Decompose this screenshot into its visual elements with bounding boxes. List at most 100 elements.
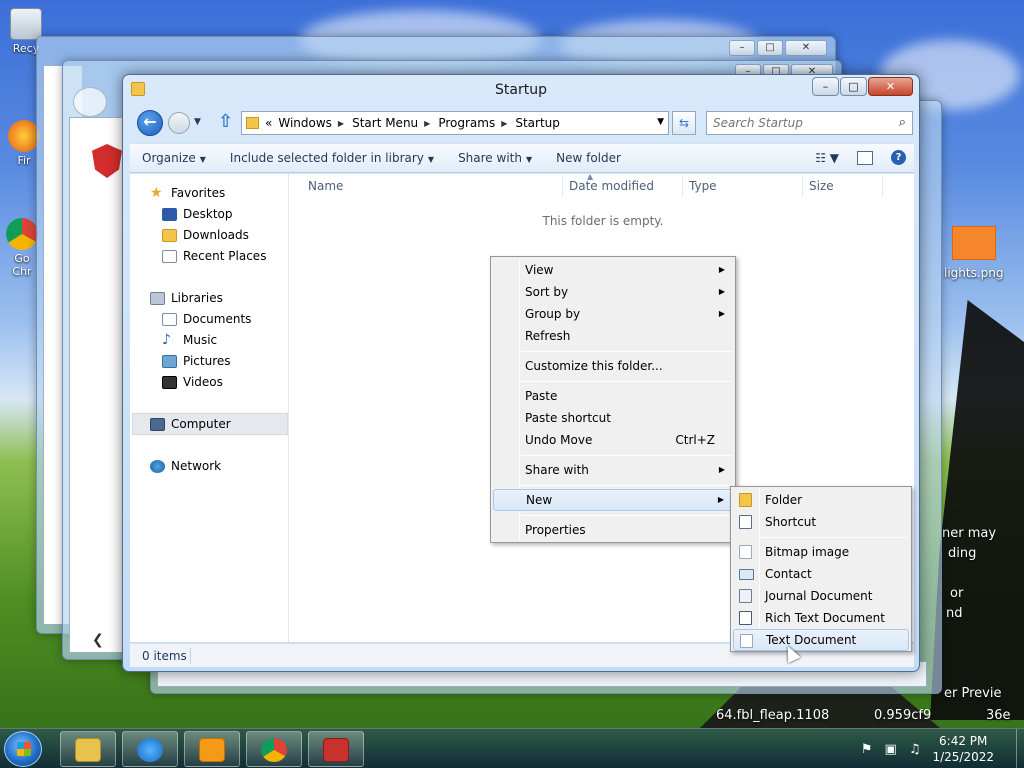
- menu-item-new[interactable]: New ▶: [493, 489, 733, 511]
- menu-item-paste[interactable]: Paste: [493, 385, 733, 407]
- help-icon[interactable]: ?: [891, 150, 906, 165]
- address-bar[interactable]: « Windows ▶ Start Menu ▶ Programs ▶ Star…: [241, 111, 669, 135]
- maximize-button[interactable]: □: [840, 77, 867, 96]
- volume-icon[interactable]: ♫: [909, 742, 921, 757]
- desktop-icon-chrome[interactable]: Go Chr: [4, 218, 40, 278]
- submenu-item-contact[interactable]: Contact: [733, 563, 909, 585]
- network-status-icon[interactable]: ▣: [885, 742, 897, 757]
- breadcrumb-startup[interactable]: Startup: [515, 116, 560, 130]
- change-view-icon[interactable]: ☷ ▼: [815, 151, 839, 165]
- menu-item-label: Refresh: [525, 329, 571, 343]
- desktop-file-lights-png[interactable]: lights.png: [944, 226, 1020, 280]
- chevron-down-icon[interactable]: ▼: [657, 117, 664, 127]
- nav-recent-places[interactable]: Recent Places: [162, 249, 266, 263]
- minimize-button[interactable]: –: [729, 40, 755, 56]
- search-input[interactable]: [707, 112, 883, 134]
- menu-item-properties[interactable]: Properties: [493, 519, 733, 541]
- new-folder-button[interactable]: New folder: [544, 151, 633, 165]
- column-header-type[interactable]: Type: [689, 179, 717, 193]
- bitmap-file-icon: [739, 545, 752, 559]
- star-icon: ★: [150, 184, 163, 201]
- nav-documents[interactable]: Documents: [162, 312, 251, 326]
- submenu-item-rich-text-document[interactable]: Rich Text Document: [733, 607, 909, 629]
- nav-network[interactable]: Network: [150, 459, 221, 473]
- wallpaper-text: 0.959cf9: [874, 708, 932, 723]
- menu-item-label: Folder: [765, 493, 803, 507]
- close-button[interactable]: ✕: [785, 40, 827, 56]
- breadcrumb-separator-icon[interactable]: ▶: [424, 119, 430, 128]
- nav-favorites[interactable]: ★ Favorites: [150, 184, 225, 201]
- menu-item-label: Customize this folder...: [525, 359, 663, 373]
- column-divider[interactable]: [682, 176, 683, 196]
- new-folder-label: New folder: [556, 151, 621, 165]
- close-button[interactable]: ✕: [868, 77, 913, 96]
- submenu-item-shortcut[interactable]: Shortcut: [733, 511, 909, 533]
- desktop-icon-label: Go Chr: [12, 252, 32, 278]
- menu-item-view[interactable]: View ▶: [493, 259, 733, 281]
- taskbar-ie-button[interactable]: [122, 731, 178, 767]
- breadcrumb-start-menu[interactable]: Start Menu: [352, 116, 418, 130]
- nav-music[interactable]: ♪ Music: [162, 333, 218, 348]
- breadcrumb-separator-icon[interactable]: ▶: [338, 119, 344, 128]
- nav-label: Music: [183, 333, 218, 347]
- nav-videos[interactable]: Videos: [162, 375, 223, 389]
- preview-pane-icon[interactable]: [857, 150, 873, 165]
- nav-computer[interactable]: Computer: [132, 413, 288, 435]
- title-bar[interactable]: Startup – □ ✕: [123, 75, 919, 105]
- taskbar-explorer-button[interactable]: [60, 731, 116, 767]
- action-center-flag-icon[interactable]: ⚑: [861, 742, 873, 757]
- share-with-button[interactable]: Share with ▼: [446, 151, 544, 165]
- image-file-icon: [952, 226, 996, 260]
- recent-locations-chevron-icon[interactable]: ▼: [194, 117, 201, 127]
- maximize-button[interactable]: □: [757, 40, 783, 56]
- taskbar-chrome-button[interactable]: [246, 731, 302, 767]
- menu-item-refresh[interactable]: Refresh: [493, 325, 733, 347]
- forward-button[interactable]: [168, 112, 190, 134]
- back-button-ghost[interactable]: [73, 87, 107, 117]
- menu-item-undo-move[interactable]: Undo Move Ctrl+Z: [493, 429, 733, 451]
- menu-separator: [521, 455, 731, 456]
- up-arrow-icon[interactable]: ⇧: [218, 113, 233, 131]
- column-divider[interactable]: [882, 176, 883, 196]
- include-in-library-button[interactable]: Include selected folder in library ▼: [218, 151, 446, 165]
- column-header-size[interactable]: Size: [809, 179, 834, 193]
- menu-item-paste-shortcut[interactable]: Paste shortcut: [493, 407, 733, 429]
- nav-desktop[interactable]: Desktop: [162, 207, 233, 221]
- breadcrumb-windows[interactable]: Windows: [278, 116, 332, 130]
- taskbar-media-player-button[interactable]: [184, 731, 240, 767]
- chevron-down-icon: ▼: [199, 155, 206, 164]
- menu-accelerator: Ctrl+Z: [675, 433, 715, 447]
- menu-item-label: Rich Text Document: [765, 611, 885, 625]
- scroll-left-icon[interactable]: ❮: [92, 632, 104, 648]
- item-count: 0 items: [142, 649, 187, 663]
- menu-item-group-by[interactable]: Group by ▶: [493, 303, 733, 325]
- menu-item-customize-folder[interactable]: Customize this folder...: [493, 355, 733, 377]
- breadcrumb-separator-icon[interactable]: ▶: [501, 119, 507, 128]
- column-header-name[interactable]: Name: [308, 179, 343, 193]
- submenu-item-bitmap-image[interactable]: Bitmap image: [733, 541, 909, 563]
- column-header-date-modified[interactable]: Date modified: [569, 179, 654, 193]
- menu-item-sort-by[interactable]: Sort by ▶: [493, 281, 733, 303]
- organize-button[interactable]: Organize ▼: [130, 151, 218, 165]
- submenu-item-text-document[interactable]: Text Document: [733, 629, 909, 651]
- nav-libraries[interactable]: Libraries: [150, 291, 223, 305]
- start-button[interactable]: [4, 731, 42, 767]
- search-box[interactable]: ⌕: [706, 111, 913, 135]
- submenu-item-folder[interactable]: Folder: [733, 489, 909, 511]
- search-icon[interactable]: ⌕: [899, 115, 906, 130]
- column-divider[interactable]: [562, 176, 563, 196]
- nav-downloads[interactable]: Downloads: [162, 228, 249, 242]
- column-divider[interactable]: [802, 176, 803, 196]
- breadcrumb-overflow[interactable]: «: [265, 116, 272, 130]
- breadcrumb-programs[interactable]: Programs: [438, 116, 495, 130]
- show-desktop-button[interactable]: [1016, 729, 1024, 768]
- minimize-button[interactable]: –: [812, 77, 839, 96]
- menu-item-share-with[interactable]: Share with ▶: [493, 459, 733, 481]
- nav-pictures[interactable]: Pictures: [162, 354, 231, 368]
- navigation-pane[interactable]: ★ Favorites Desktop Downloads Recent Plac…: [130, 174, 289, 642]
- refresh-button[interactable]: ⇆: [672, 111, 696, 135]
- submenu-item-journal-document[interactable]: Journal Document: [733, 585, 909, 607]
- taskbar-toolbox-button[interactable]: [308, 731, 364, 767]
- back-button[interactable]: ←: [137, 110, 163, 136]
- clock[interactable]: 6:42 PM 1/25/2022: [932, 733, 994, 765]
